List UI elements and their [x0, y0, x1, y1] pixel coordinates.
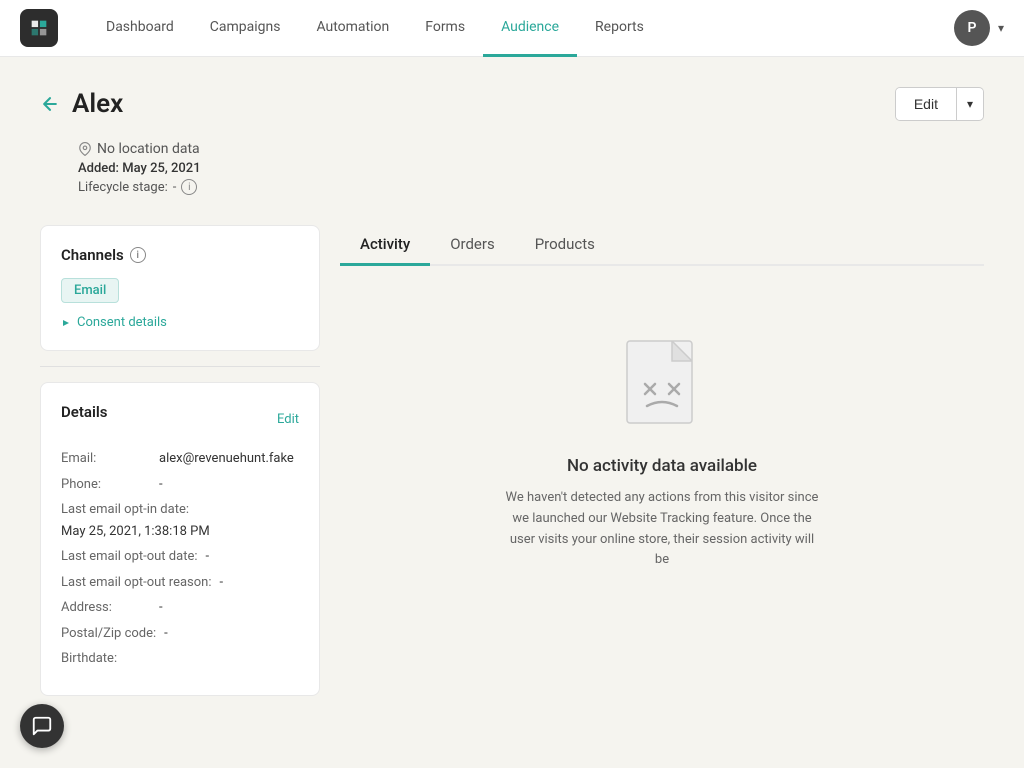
detail-label-birthdate: Birthdate:	[61, 649, 151, 669]
detail-row-optin-label: Last email opt-in date:	[61, 500, 299, 520]
detail-row-email: Email: alex@revenuehunt.fake	[61, 449, 299, 469]
user-menu-chevron[interactable]: ▾	[998, 21, 1004, 35]
detail-label-optout-date: Last email opt-out date:	[61, 547, 198, 567]
lifecycle-value: -	[173, 180, 177, 195]
email-channel-badge[interactable]: Email	[61, 278, 119, 303]
tab-orders[interactable]: Orders	[430, 225, 515, 266]
chat-icon	[31, 715, 53, 737]
detail-value-phone: -	[159, 475, 163, 495]
panel-divider	[40, 366, 320, 367]
detail-row-address: Address: -	[61, 598, 299, 618]
details-header: Details Edit	[61, 403, 299, 435]
detail-row-birthdate: Birthdate:	[61, 649, 299, 669]
details-card: Details Edit Email: alex@revenuehunt.fak…	[40, 382, 320, 696]
nav-links: Dashboard Campaigns Automation Forms Aud…	[88, 0, 954, 57]
detail-label-postal: Postal/Zip code:	[61, 624, 156, 644]
right-panel: Activity Orders Products No activity d	[340, 225, 984, 611]
detail-row-optin-value: May 25, 2021, 1:38:18 PM	[61, 522, 299, 542]
tabs-bar: Activity Orders Products	[340, 225, 984, 266]
edit-button[interactable]: Edit	[896, 88, 957, 120]
added-label: Added:	[78, 161, 119, 176]
channels-info-icon[interactable]: i	[130, 247, 146, 263]
detail-value-postal: -	[164, 624, 168, 644]
two-col-layout: Channels i Email Consent details Details…	[40, 225, 984, 711]
tab-activity[interactable]: Activity	[340, 225, 430, 266]
detail-value-optout-date: -	[206, 547, 210, 567]
details-edit-button[interactable]: Edit	[277, 412, 299, 427]
page-header: Alex Edit ▾	[40, 87, 984, 121]
nav-reports[interactable]: Reports	[577, 0, 662, 57]
empty-state-title: No activity data available	[567, 456, 757, 476]
detail-row-postal: Postal/Zip code: -	[61, 624, 299, 644]
user-avatar[interactable]: P	[954, 10, 990, 46]
main-content: Alex Edit ▾ No location data Added: May …	[0, 57, 1024, 741]
lifecycle-label: Lifecycle stage:	[78, 180, 168, 195]
detail-value-optout-reason: -	[220, 573, 224, 593]
consent-chevron-icon	[61, 318, 71, 328]
lifecycle-row: Lifecycle stage: - i	[78, 179, 984, 195]
nav-audience[interactable]: Audience	[483, 0, 577, 57]
edit-dropdown-button[interactable]: ▾	[957, 89, 983, 119]
detail-label-address: Address:	[61, 598, 151, 618]
location-icon	[78, 142, 92, 156]
left-panel: Channels i Email Consent details Details…	[40, 225, 320, 711]
nav-forms[interactable]: Forms	[407, 0, 483, 57]
nav-automation[interactable]: Automation	[298, 0, 407, 57]
location-text: No location data	[97, 141, 200, 157]
detail-row-optout-date: Last email opt-out date: -	[61, 547, 299, 567]
nav-campaigns[interactable]: Campaigns	[192, 0, 299, 57]
empty-state-icon	[617, 336, 707, 436]
channels-card: Channels i Email Consent details	[40, 225, 320, 351]
consent-details-toggle[interactable]: Consent details	[61, 315, 299, 330]
activity-empty-state: No activity data available We haven't de…	[340, 296, 984, 611]
details-card-title: Details	[61, 403, 107, 421]
lifecycle-info-icon[interactable]: i	[181, 179, 197, 195]
added-date: May 25, 2021	[122, 161, 200, 176]
page-header-left: Alex	[40, 89, 123, 119]
detail-value-optin: May 25, 2021, 1:38:18 PM	[61, 522, 210, 542]
nav-dashboard[interactable]: Dashboard	[88, 0, 192, 57]
chat-button[interactable]	[20, 704, 64, 748]
detail-value-email: alex@revenuehunt.fake	[159, 449, 294, 469]
main-nav: Dashboard Campaigns Automation Forms Aud…	[0, 0, 1024, 57]
detail-value-address: -	[159, 598, 163, 618]
detail-label-email: Email:	[61, 449, 151, 469]
location-row: No location data	[78, 141, 984, 157]
tab-products[interactable]: Products	[515, 225, 615, 266]
detail-label-optin: Last email opt-in date:	[61, 500, 189, 520]
detail-label-optout-reason: Last email opt-out reason:	[61, 573, 212, 593]
app-logo[interactable]	[20, 9, 58, 47]
contact-meta: No location data Added: May 25, 2021 Lif…	[40, 141, 984, 195]
channels-card-title: Channels i	[61, 246, 299, 264]
back-button[interactable]	[40, 94, 60, 114]
nav-right: P ▾	[954, 10, 1004, 46]
detail-row-phone: Phone: -	[61, 475, 299, 495]
detail-row-optout-reason: Last email opt-out reason: -	[61, 573, 299, 593]
added-row: Added: May 25, 2021	[78, 161, 984, 176]
edit-button-group: Edit ▾	[895, 87, 984, 121]
empty-state-description: We haven't detected any actions from thi…	[502, 488, 822, 571]
page-title: Alex	[72, 89, 123, 119]
detail-label-phone: Phone:	[61, 475, 151, 495]
